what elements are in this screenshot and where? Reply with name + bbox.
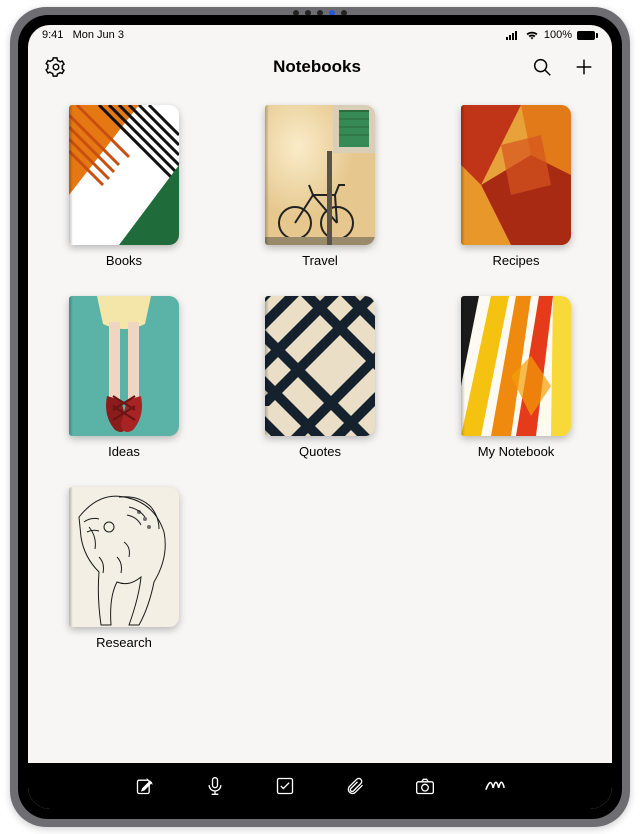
checklist-button[interactable] bbox=[272, 773, 298, 799]
notebook-cover bbox=[461, 105, 571, 245]
status-time: 9:41 bbox=[42, 29, 63, 41]
notebook-cover bbox=[69, 105, 179, 245]
plus-icon bbox=[573, 56, 595, 78]
microphone-icon bbox=[205, 776, 225, 796]
compose-icon bbox=[135, 776, 155, 796]
camera-icon bbox=[415, 776, 435, 796]
notebook-item[interactable]: Research bbox=[56, 487, 192, 650]
notebook-item[interactable]: Books bbox=[56, 105, 192, 268]
notebook-label: Books bbox=[106, 253, 142, 268]
battery-icon bbox=[577, 31, 598, 40]
paperclip-icon bbox=[345, 776, 365, 796]
status-left: 9:41 Mon Jun 3 bbox=[42, 29, 124, 41]
add-button[interactable] bbox=[572, 55, 596, 79]
status-date: Mon Jun 3 bbox=[73, 29, 124, 41]
bezel: 9:41 Mon Jun 3 100% bbox=[18, 15, 622, 819]
settings-button[interactable] bbox=[44, 55, 68, 79]
scribble-icon bbox=[484, 776, 506, 796]
search-button[interactable] bbox=[530, 55, 554, 79]
notebook-label: Quotes bbox=[299, 444, 341, 459]
page-title: Notebooks bbox=[273, 57, 361, 77]
sketch-button[interactable] bbox=[482, 773, 508, 799]
notebook-label: Recipes bbox=[493, 253, 540, 268]
signal-icon bbox=[506, 30, 520, 40]
notebook-cover bbox=[265, 296, 375, 436]
search-icon bbox=[531, 56, 553, 78]
camera-button[interactable] bbox=[412, 773, 438, 799]
notebook-label: Research bbox=[96, 635, 152, 650]
screen: 9:41 Mon Jun 3 100% bbox=[28, 25, 612, 809]
attach-button[interactable] bbox=[342, 773, 368, 799]
compose-button[interactable] bbox=[132, 773, 158, 799]
status-right: 100% bbox=[506, 29, 598, 41]
notebook-cover bbox=[69, 296, 179, 436]
status-bar: 9:41 Mon Jun 3 100% bbox=[28, 25, 612, 45]
gear-icon bbox=[45, 56, 67, 78]
notebook-label: Travel bbox=[302, 253, 338, 268]
checklist-icon bbox=[275, 776, 295, 796]
notebook-item[interactable]: Quotes bbox=[252, 296, 388, 459]
notebook-item[interactable]: Recipes bbox=[448, 105, 584, 268]
notebook-label: Ideas bbox=[108, 444, 140, 459]
notebook-item[interactable]: Travel bbox=[252, 105, 388, 268]
battery-percent: 100% bbox=[544, 29, 572, 41]
bottom-toolbar bbox=[28, 763, 612, 809]
notebook-cover bbox=[461, 296, 571, 436]
notebook-label: My Notebook bbox=[478, 444, 555, 459]
notebook-item[interactable]: Ideas bbox=[56, 296, 192, 459]
ipad-frame: 9:41 Mon Jun 3 100% bbox=[10, 7, 630, 827]
notebook-item[interactable]: My Notebook bbox=[448, 296, 584, 459]
wifi-icon bbox=[525, 30, 539, 40]
notebook-cover bbox=[69, 487, 179, 627]
notebook-grid: Books bbox=[28, 89, 612, 763]
app-header: Notebooks bbox=[28, 45, 612, 89]
notebook-cover bbox=[265, 105, 375, 245]
mic-button[interactable] bbox=[202, 773, 228, 799]
